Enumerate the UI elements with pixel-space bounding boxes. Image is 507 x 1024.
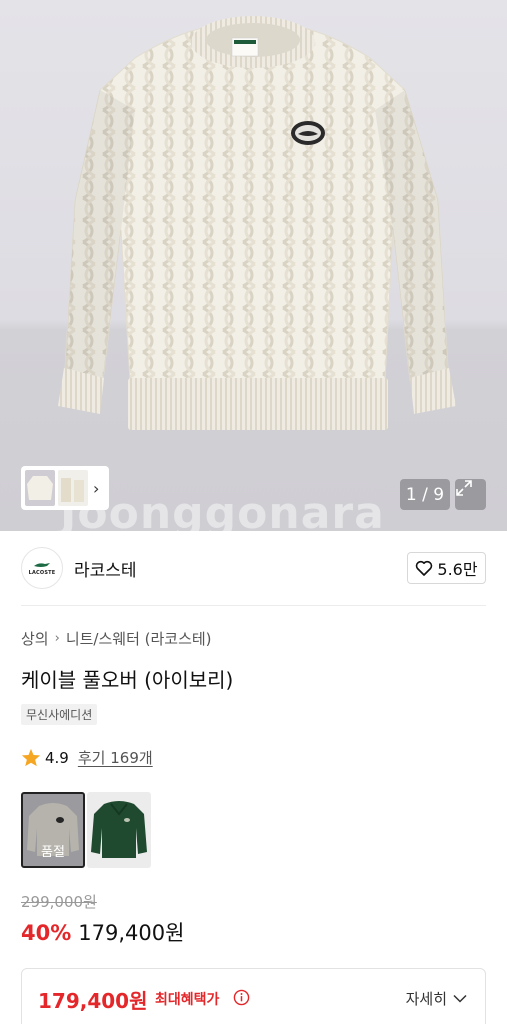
expand-icon [456,480,472,496]
sale-price: 179,400원 [78,921,185,945]
brand-logo-text: LACOSTE [28,569,56,576]
rating-score: 4.9 [45,748,69,767]
rating-row: 4.9 후기 169개 [21,747,153,768]
chevron-right-icon[interactable]: › [93,479,99,498]
breadcrumb: 상의 › 니트/스웨터 (라코스테) [21,628,212,649]
product-title: 케이블 풀오버 (아이보리) [21,668,234,692]
like-button[interactable]: 5.6만 [407,552,486,584]
benefit-detail-label: 자세히 [405,990,447,1008]
divider [21,605,486,606]
soldout-label: 품절 [23,794,83,866]
info-icon[interactable] [233,989,250,1006]
product-image-gallery[interactable]: Joonggonara › 1 / 9 [0,0,507,531]
thumbnail-strip[interactable]: › [21,466,109,510]
chevron-right-icon: › [54,631,60,646]
discount-rate: 40% [21,921,72,945]
brand-name[interactable]: 라코스테 [74,556,137,581]
benefit-detail-toggle[interactable]: 자세히 [406,988,467,1009]
original-price: 299,000원 [21,893,97,911]
crocodile-icon [34,562,50,567]
chevron-down-icon [453,994,467,1003]
sale-price-row: 40% 179,400원 [21,917,184,947]
thumbnail-front[interactable] [25,470,55,506]
green-sweater-icon [91,801,147,858]
variant-green[interactable] [87,792,151,868]
heart-icon [416,560,433,576]
brand-logo[interactable]: LACOSTE [21,547,63,589]
reviews-link[interactable]: 후기 169개 [78,747,153,768]
star-icon [21,748,41,767]
brand-row: LACOSTE 라코스테 5.6만 [21,547,486,589]
sweater-folded-icon [61,478,84,502]
like-count: 5.6만 [437,560,478,579]
benefit-label: 최대혜택가 [155,992,220,1008]
breadcrumb-item-category[interactable]: 상의 [21,628,49,649]
max-benefit-box[interactable]: 179,400원 최대혜택가 자세히 [21,968,486,1024]
sweater-photo [58,16,456,430]
breadcrumb-item-subcategory[interactable]: 니트/스웨터 (라코스테) [66,628,212,649]
expand-button[interactable] [455,479,486,510]
variant-ivory[interactable]: 품절 [21,792,85,868]
thumbnail-detail[interactable] [58,470,88,506]
edition-tag: 무신사에디션 [21,704,98,725]
sweater-thumbnail-icon [27,476,53,500]
image-counter: 1 / 9 [400,479,450,510]
benefit-price: 179,400원 [38,989,148,1013]
